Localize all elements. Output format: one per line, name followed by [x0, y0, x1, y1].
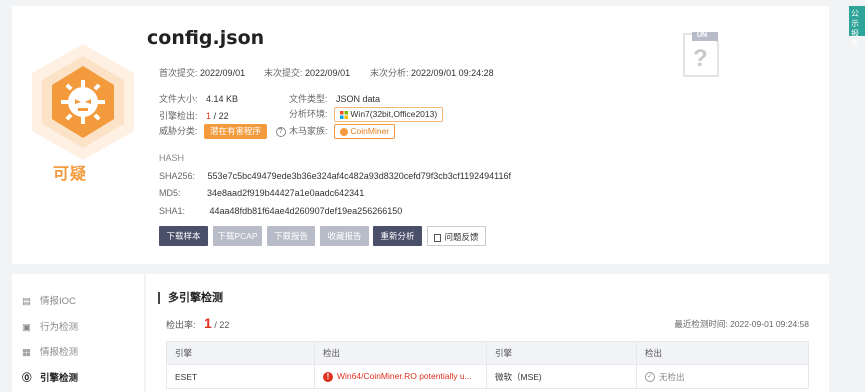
sha1-row: SHA1: 44aa48fdb81f64ae4d260907def19ea256…	[159, 206, 403, 216]
threat-class: 威胁分类: 潜在有害程序 ?	[159, 124, 286, 140]
unknown-badge: UN	[697, 32, 708, 39]
md5-row: MD5: 34e8aad2f919b44427a1e0aadc642341	[159, 188, 365, 198]
detection-rate: 检出率: 1 / 22	[166, 315, 230, 331]
download-sample-button[interactable]: 下载样本	[159, 226, 208, 246]
windows-icon	[340, 110, 349, 119]
last-detection-time: 最近检测时间: 2022-09-01 09:24:58	[674, 319, 809, 329]
engine-result: ✓ 无检出	[636, 364, 809, 389]
download-pcap-button[interactable]: 下载PCAP	[213, 226, 262, 246]
nav-item-engine[interactable]: ⓪ 引擎检测	[22, 370, 78, 384]
col-engine-2: 引擎	[486, 341, 637, 365]
verdict-hexagon-icon	[28, 42, 138, 162]
engine-hits: 引擎检出: 1 / 22	[159, 111, 229, 121]
last-submit: 末次提交: 2022/09/01	[264, 68, 351, 78]
file-type: 文件类型: JSON data	[289, 94, 381, 104]
engine-table: 引擎 检出 引擎 检出 ESET ! Win64/CoinMiner.RO pot…	[166, 341, 809, 389]
image-icon: ▣	[22, 322, 31, 333]
download-report-button[interactable]: 下载报告	[267, 226, 315, 246]
section-title: 多引擎检测	[158, 292, 223, 304]
col-result: 检出	[314, 341, 487, 365]
engine-name: 微软（MSE)	[486, 364, 637, 389]
file-size: 文件大小: 4.14 KB	[159, 94, 239, 104]
favorite-report-button[interactable]: 收藏报告	[320, 226, 369, 246]
nav-item-ioc[interactable]: ▤ 情报IOC	[22, 293, 76, 307]
col-engine: 引擎	[166, 341, 315, 365]
feedback-icon	[434, 233, 442, 242]
question-icon: ⓪	[22, 373, 32, 384]
engine-result[interactable]: ! Win64/CoinMiner.RO potentially u...	[314, 364, 487, 389]
reanalyze-button[interactable]: 重新分析	[373, 226, 422, 246]
alert-icon: !	[323, 371, 333, 382]
analysis-env: 分析环境: Win7(32bit,Office2013)	[289, 107, 444, 123]
first-submit: 首次提交: 2022/09/01	[159, 68, 246, 78]
nav-item-behavior[interactable]: ▣ 行为检测	[22, 319, 78, 333]
feedback-button[interactable]: 问题反馈	[427, 226, 486, 246]
file-name: config.json	[147, 27, 265, 49]
unknown-file-icon: UN ?	[682, 30, 720, 78]
verdict-label: 可疑	[52, 166, 87, 183]
hash-heading: HASH	[159, 153, 185, 163]
check-icon: ✓	[645, 372, 655, 383]
engine-detection-panel: 多引擎检测 检出率: 1 / 22 最近检测时间: 2022-09-01 09:…	[146, 274, 829, 392]
trojan-family: 木马家族: CoinMiner	[289, 124, 396, 140]
engine-name: ESET	[166, 364, 315, 389]
table-row: ESET ! Win64/CoinMiner.RO potentially u..…	[166, 364, 809, 389]
threat-tag[interactable]: 潜在有害程序	[204, 124, 268, 140]
document-icon: ▤	[22, 296, 31, 307]
col-result-2: 检出	[636, 341, 809, 365]
nav-item-intel[interactable]: ▦ 情报检测	[22, 344, 78, 358]
public-report-tab[interactable]: 公示 报告	[849, 6, 865, 48]
help-icon[interactable]: ?	[275, 126, 286, 137]
env-tag: Win7(32bit,Office2013)	[334, 107, 444, 123]
last-analysis: 末次分析: 2022/09/01 09:24:28	[370, 68, 494, 78]
sha256-row: SHA256: 553e7c5bc49479ede3b36e324af4c482…	[159, 171, 511, 181]
family-tag[interactable]: CoinMiner	[334, 124, 396, 140]
coin-icon	[340, 127, 349, 136]
unknown-glyph: ?	[693, 45, 708, 72]
grid-icon: ▦	[22, 347, 31, 358]
